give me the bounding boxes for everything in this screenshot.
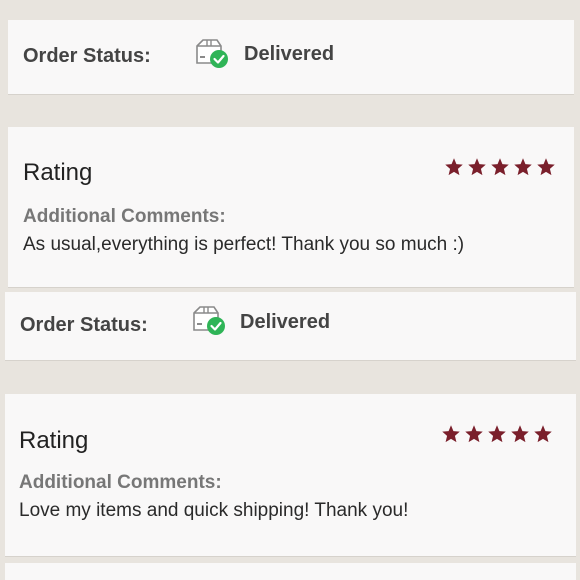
review-screenshot-2: Order Status: Delivered Rating Additiona… <box>0 292 580 580</box>
rating-title: Rating <box>23 159 93 186</box>
order-status-label: Order Status: <box>20 314 148 336</box>
additional-comments-text: As usual,everything is perfect! Thank yo… <box>23 234 465 255</box>
rating-card: Rating Additional Comments: Love my item… <box>5 394 576 556</box>
star-icon <box>442 425 460 443</box>
order-status-card: Order Status: Delivered <box>5 292 576 360</box>
star-icon <box>491 158 509 176</box>
star-icon <box>465 425 483 443</box>
star-icon <box>445 158 463 176</box>
order-status-card: Order Status: Delivered <box>8 20 574 94</box>
star-icon <box>534 425 552 443</box>
rating-stars <box>441 424 553 444</box>
rating-card: Rating Additional Comments: As usual,eve… <box>8 127 574 287</box>
review-screenshot-1: Order Status: Delivered Rating Additiona… <box>0 0 580 292</box>
rating-stars <box>444 157 556 177</box>
order-status-label: Order Status: <box>23 45 151 67</box>
additional-comments-label: Additional Comments: <box>23 206 226 227</box>
star-icon <box>488 425 506 443</box>
rating-title: Rating <box>19 427 89 454</box>
star-icon <box>511 425 529 443</box>
delivered-box-check-icon <box>191 304 225 336</box>
additional-comments-label: Additional Comments: <box>19 472 222 493</box>
star-icon <box>514 158 532 176</box>
additional-comments-text: Love my items and quick shipping! Thank … <box>19 500 409 521</box>
star-icon <box>537 158 555 176</box>
order-status-value: Delivered <box>240 311 331 333</box>
delivered-box-check-icon <box>194 37 228 69</box>
order-status-value: Delivered <box>244 43 335 65</box>
next-card-edge <box>5 563 576 580</box>
star-icon <box>468 158 486 176</box>
